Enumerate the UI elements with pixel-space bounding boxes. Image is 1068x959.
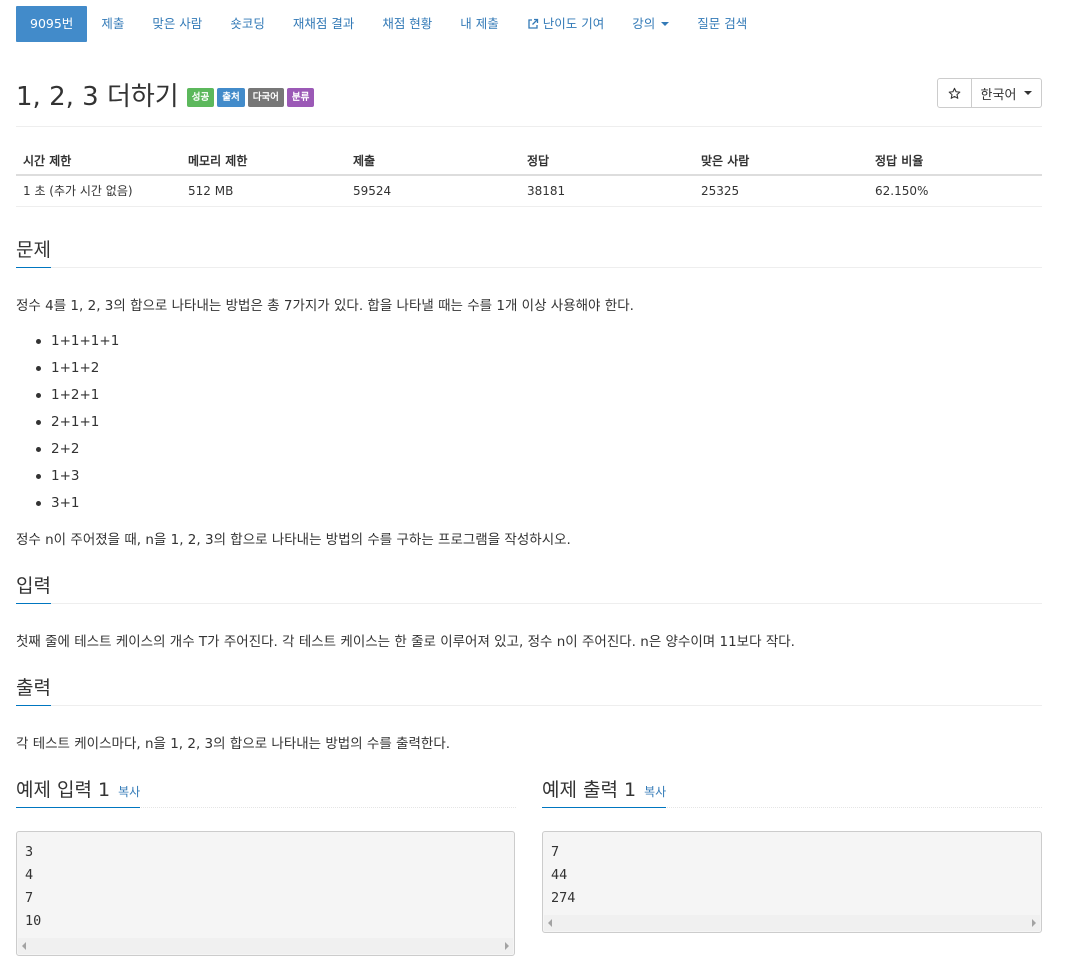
problem-labels: 성공 출처 다국어 분류 — [186, 87, 315, 107]
scroll-left-icon[interactable] — [22, 942, 26, 950]
sample-input-header: 예제 입력 1 복사 — [16, 772, 516, 808]
label-multilingual: 다국어 — [247, 87, 284, 107]
code-line: 3 — [25, 844, 34, 860]
tab-label: 내 제출 — [460, 16, 499, 31]
output-description: 각 테스트 케이스마다, n을 1, 2, 3의 합으로 나타내는 방법의 수를… — [16, 736, 451, 752]
scroll-left-icon[interactable] — [548, 919, 552, 927]
sample-input-title-text: 예제 입력 1 — [16, 779, 111, 801]
label-success: 성공 — [186, 87, 215, 107]
code-line: 274 — [551, 890, 576, 906]
code-line: 44 — [551, 867, 568, 883]
input-description: 첫째 줄에 테스트 케이스의 개수 T가 주어진다. 각 테스트 케이스는 한 … — [16, 634, 795, 650]
label-source[interactable]: 출처 — [217, 87, 245, 107]
tab-difficulty-contribution[interactable]: 난이도 기여 — [513, 6, 618, 42]
header-time-limit: 시간 제한 — [16, 146, 181, 176]
copy-sample-input-link[interactable]: 복사 — [118, 783, 140, 800]
input-section-header: 입력 — [16, 568, 1042, 604]
description-outro: 정수 n이 주어졌을 때, n을 1, 2, 3의 합으로 나타내는 방법의 수… — [16, 532, 571, 548]
tab-submit[interactable]: 제출 — [87, 6, 138, 42]
code-line: 4 — [25, 867, 34, 883]
sample-output-box[interactable]: 7 44 274 — [542, 831, 1042, 933]
tab-label: 숏코딩 — [230, 16, 265, 31]
scroll-right-icon[interactable] — [505, 942, 509, 950]
tab-lectures-dropdown[interactable]: 강의 — [618, 6, 683, 42]
sample-output-title-text: 예제 출력 1 — [542, 779, 637, 801]
sample-input-title: 예제 입력 1 복사 — [16, 775, 141, 808]
tab-judge-status[interactable]: 채점 현황 — [368, 6, 446, 42]
table-header-row: 시간 제한 메모리 제한 제출 정답 맞은 사람 정답 비율 — [16, 146, 1042, 176]
tab-label: 난이도 기여 — [542, 16, 605, 31]
caret-down-icon — [661, 22, 670, 26]
tab-rejudge-results[interactable]: 재채점 결과 — [279, 6, 368, 42]
tab-question-search[interactable]: 질문 검색 — [683, 6, 761, 42]
description-section-header: 문제 — [16, 232, 1042, 268]
tab-label: 채점 현황 — [382, 16, 433, 31]
star-outline-icon — [948, 87, 961, 99]
value-submissions: 59524 — [346, 175, 520, 207]
favorite-button[interactable] — [937, 78, 972, 108]
tab-label: 질문 검색 — [697, 16, 748, 31]
value-accept-ratio: 62.150% — [868, 175, 1042, 207]
header-accepted-users: 맞은 사람 — [694, 146, 868, 176]
label-category[interactable]: 분류 — [286, 87, 315, 107]
problem-nav-tabs: 9095번 제출 맞은 사람 숏코딩 재채점 결과 채점 현황 내 제출 난이도… — [16, 6, 1042, 42]
tab-label: 9095번 — [30, 16, 74, 31]
problem-title: 1, 2, 3 더하기 — [16, 81, 179, 112]
description-list: 1+1+1+1 1+1+2 1+2+1 2+1+1 2+2 1+3 3+1 — [36, 328, 119, 517]
list-item: 1+3 — [36, 463, 119, 490]
list-item: 2+2 — [36, 436, 119, 463]
tab-label: 재채점 결과 — [292, 16, 355, 31]
external-link-icon — [527, 18, 539, 30]
problem-info-table: 시간 제한 메모리 제한 제출 정답 맞은 사람 정답 비율 1 초 (추가 시… — [16, 146, 1042, 207]
code-line: 7 — [25, 890, 34, 906]
caret-down-icon — [1024, 91, 1033, 95]
list-item: 2+1+1 — [36, 409, 119, 436]
scroll-right-icon[interactable] — [1032, 919, 1036, 927]
tab-label: 강의 — [632, 16, 656, 31]
sample-output-header: 예제 출력 1 복사 — [542, 772, 1042, 808]
title-divider — [16, 126, 1042, 127]
tab-label: 맞은 사람 — [152, 16, 203, 31]
horizontal-scrollbar[interactable] — [544, 915, 1040, 931]
value-memory-limit: 512 MB — [181, 175, 346, 207]
horizontal-scrollbar[interactable] — [18, 938, 513, 954]
description-title: 문제 — [16, 235, 51, 268]
output-title: 출력 — [16, 673, 51, 706]
language-label: 한국어 — [980, 87, 1017, 103]
problem-title-row: 1, 2, 3 더하기 성공 출처 다국어 분류 한국어 — [16, 76, 1042, 112]
input-title: 입력 — [16, 571, 51, 604]
output-section-header: 출력 — [16, 670, 1042, 706]
tab-my-submissions[interactable]: 내 제출 — [446, 6, 512, 42]
value-accepted-users: 25325 — [694, 175, 868, 207]
list-item: 1+2+1 — [36, 382, 119, 409]
sample-output-title: 예제 출력 1 복사 — [542, 775, 667, 808]
sample-output-code: 7 44 274 — [543, 832, 1041, 912]
tab-label: 제출 — [101, 16, 125, 31]
header-memory-limit: 메모리 제한 — [181, 146, 346, 176]
list-item: 1+1+1+1 — [36, 328, 119, 355]
tab-accepted-users[interactable]: 맞은 사람 — [138, 6, 216, 42]
header-accept-ratio: 정답 비율 — [868, 146, 1042, 176]
language-dropdown[interactable]: 한국어 — [972, 78, 1042, 108]
tab-problem-number[interactable]: 9095번 — [16, 6, 88, 42]
sample-input-box[interactable]: 3 4 7 10 — [16, 831, 515, 956]
value-accepted: 38181 — [520, 175, 694, 207]
code-line: 10 — [25, 913, 42, 929]
tab-short-coding[interactable]: 숏코딩 — [216, 6, 279, 42]
code-line: 7 — [551, 844, 560, 860]
sample-input-code: 3 4 7 10 — [17, 832, 514, 935]
title-actions: 한국어 — [937, 78, 1042, 108]
copy-sample-output-link[interactable]: 복사 — [644, 783, 666, 800]
table-row: 1 초 (추가 시간 없음) 512 MB 59524 38181 25325 … — [16, 175, 1042, 207]
description-intro: 정수 4를 1, 2, 3의 합으로 나타내는 방법은 총 7가지가 있다. 합… — [16, 298, 634, 314]
list-item: 3+1 — [36, 490, 119, 517]
list-item: 1+1+2 — [36, 355, 119, 382]
header-submissions: 제출 — [346, 146, 520, 176]
header-accepted: 정답 — [520, 146, 694, 176]
value-time-limit: 1 초 (추가 시간 없음) — [16, 175, 181, 207]
